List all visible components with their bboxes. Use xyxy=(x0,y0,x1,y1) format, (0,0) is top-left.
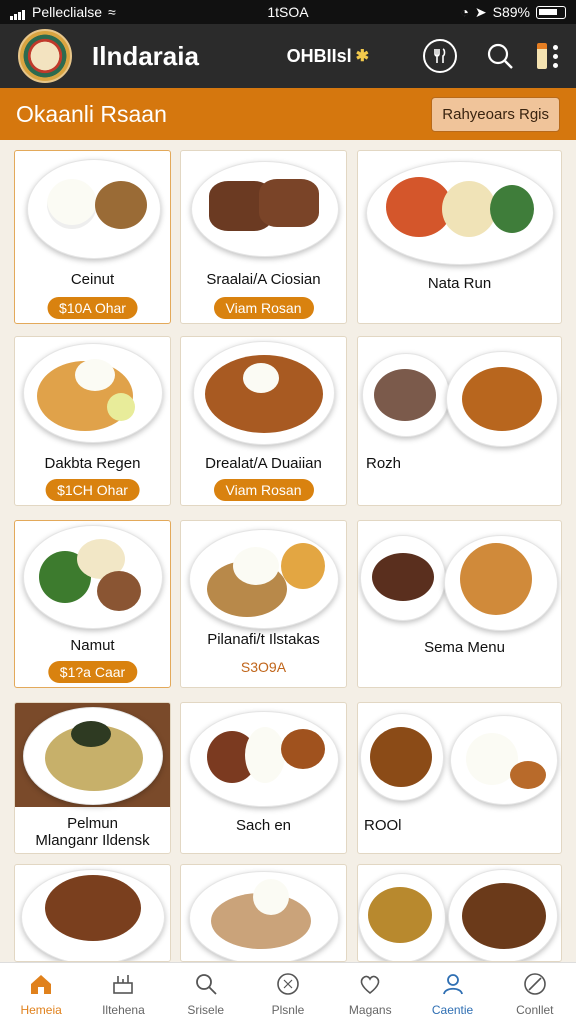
dish-name: Sach en xyxy=(235,817,292,834)
app-title: Ilndaraia xyxy=(92,40,199,71)
dish-name: Namut xyxy=(70,637,115,654)
dish-name: Drealat/A Duaiian xyxy=(205,455,322,472)
kebab-icon xyxy=(553,44,558,68)
menu-card[interactable] xyxy=(357,864,562,962)
star-icon: ✱ xyxy=(355,48,369,65)
menu-card[interactable]: Pilanafi/t Ilstakas S3O9A xyxy=(180,520,347,688)
nav-plate[interactable]: Plsnle xyxy=(247,963,329,1024)
category-bar: Okaanli Rsaan Rahyeoars Rgis xyxy=(0,88,576,140)
dish-name: Ceinut xyxy=(70,271,115,288)
nav-profile[interactable]: Caentie xyxy=(411,963,493,1024)
nav-favorites[interactable]: Magans xyxy=(329,963,411,1024)
search-icon xyxy=(487,43,513,69)
menu-card[interactable]: Drealat/A Duaiian Viam Rosan xyxy=(180,336,347,506)
menu-card[interactable]: Ceinut $10A Ohar xyxy=(14,150,171,324)
menu-card[interactable] xyxy=(14,864,171,962)
alarm-icon: ◔ xyxy=(460,4,469,20)
dish-price[interactable]: Viam Rosan xyxy=(213,297,314,319)
dish-name: Nata Run xyxy=(427,275,492,292)
nav-kitchen[interactable]: Iltehena xyxy=(82,963,164,1024)
language-label: OHBIIsl xyxy=(286,45,352,66)
menu-card[interactable]: Sach en xyxy=(180,702,347,854)
dish-name: Sraalai/A Ciosian xyxy=(206,271,321,288)
menu-card[interactable]: Sema Menu xyxy=(357,520,562,688)
nav-label: Iltehena xyxy=(102,1002,145,1017)
menu-card[interactable]: Namut $1?a Caar xyxy=(14,520,171,688)
nav-search[interactable]: Srisele xyxy=(165,963,247,1024)
heart-icon xyxy=(360,975,380,994)
search-button[interactable] xyxy=(483,39,517,73)
dish-name: ROOl xyxy=(364,817,402,834)
dish-name: Pelmun Mlanganr Ildensk xyxy=(35,815,150,849)
language-selector[interactable]: OHBIIsl ✱ xyxy=(287,46,369,67)
search-icon xyxy=(195,973,217,995)
nav-label: Caentie xyxy=(431,1002,474,1017)
app-bar: Ilndaraia OHBIIsl ✱ xyxy=(0,24,576,88)
clock: 1tSOA xyxy=(267,4,309,20)
bottom-nav: Hemeia Iltehena Srisele Plsnle Magans Ca… xyxy=(0,962,576,1024)
dish-price[interactable]: $10A Ohar xyxy=(47,297,138,319)
battery-percent: S89% xyxy=(492,4,530,20)
profile-icon xyxy=(442,973,463,994)
nav-label: Conllet xyxy=(516,1002,554,1017)
dish-price[interactable]: S3O9A xyxy=(181,659,346,675)
menu-card[interactable]: Sraalai/A Ciosian Viam Rosan xyxy=(180,150,347,324)
utensils-icon xyxy=(434,48,446,63)
compass-icon xyxy=(524,972,546,995)
signal-icon xyxy=(10,4,26,20)
carrier-label: Pelleclialse xyxy=(32,4,103,20)
menu-card[interactable]: ROOl xyxy=(357,702,562,854)
nav-contact[interactable]: Conllet xyxy=(494,963,576,1024)
nav-home[interactable]: Hemeia xyxy=(0,963,82,1024)
menu-card[interactable]: Rozh xyxy=(357,336,562,506)
dining-button[interactable] xyxy=(423,39,457,73)
menu-card[interactable]: Dakbta Regen $1CH Ohar xyxy=(14,336,171,506)
battery-icon xyxy=(536,5,566,19)
nav-label: Magans xyxy=(348,1002,392,1017)
menu-card[interactable]: Nata Run xyxy=(357,150,562,324)
nav-label: Plsnle xyxy=(271,1002,305,1017)
dish-price[interactable]: $1?a Caar xyxy=(47,661,138,683)
category-title: Okaanli Rsaan xyxy=(16,100,167,127)
dish-name: Sema Menu xyxy=(424,639,505,656)
nav-label: Srisele xyxy=(187,1002,225,1017)
dish-name: Dakbta Regen xyxy=(44,455,141,472)
dish-name: Pilanafi/t Ilstakas xyxy=(207,631,320,648)
dish-name: Rozh xyxy=(366,455,402,472)
wifi-icon: ≈ xyxy=(108,4,116,20)
nav-label: Hemeia xyxy=(20,1002,62,1017)
menu-card[interactable]: Pelmun Mlanganr Ildensk xyxy=(14,702,171,854)
kitchen-icon xyxy=(113,974,134,994)
dish-price[interactable]: Viam Rosan xyxy=(213,479,314,501)
location-icon: ➤ xyxy=(474,3,487,20)
plate-icon xyxy=(277,972,299,995)
status-bar: Pelleclialse ≈ 1tSOA ◔ ➤ S89% xyxy=(0,0,576,24)
drink-icon xyxy=(537,43,547,69)
filter-button[interactable]: Rahyeoars Rgis xyxy=(431,96,560,132)
app-logo[interactable] xyxy=(18,29,72,83)
menu-card[interactable] xyxy=(180,864,347,962)
dish-price[interactable]: $1CH Ohar xyxy=(45,479,140,501)
home-icon xyxy=(31,974,52,994)
more-menu-button[interactable] xyxy=(537,43,558,69)
